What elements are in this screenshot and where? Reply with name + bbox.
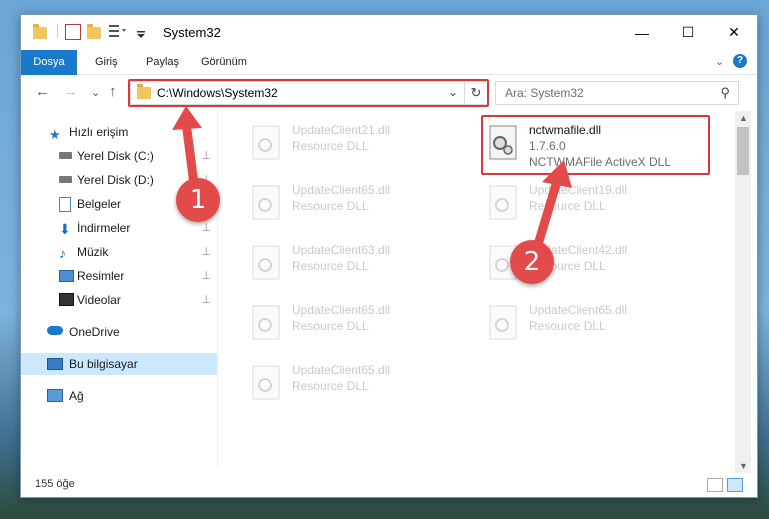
view-options-icon[interactable] [109, 24, 126, 38]
file-name: UpdateClient63.dll [292, 243, 391, 257]
minimize-button[interactable]: — [619, 15, 665, 50]
sidebar-item-label: Videolar [77, 293, 121, 307]
sidebar-item-label: Yerel Disk (C:) [77, 149, 154, 163]
pictures-icon [59, 270, 74, 282]
up-button[interactable]: ↑ [109, 83, 117, 100]
sidebar-item-downloads[interactable]: ⬇ İndirmeler ⊥ [21, 217, 217, 239]
ribbon-expand-icon[interactable]: ⌄ [715, 50, 724, 74]
file-name: UpdateClient65.dll [292, 363, 391, 377]
sidebar-item-videos[interactable]: Videolar ⊥ [21, 289, 217, 311]
list-item[interactable]: UpdateClient65.dll Resource DLL [246, 179, 476, 227]
scroll-up-icon[interactable]: ▲ [739, 113, 748, 123]
file-name: UpdateClient65.dll [529, 303, 628, 317]
sidebar-item-disk-c[interactable]: Yerel Disk (C:) ⊥ [21, 145, 217, 167]
search-icon[interactable]: ⚲ [720, 85, 730, 101]
address-highlight-box [128, 79, 489, 107]
file-name: UpdateClient19.dll [529, 183, 628, 197]
dll-file-icon [489, 305, 519, 341]
sidebar-item-label: OneDrive [69, 325, 120, 339]
maximize-button[interactable]: ☐ [665, 15, 711, 50]
sidebar-item-onedrive[interactable]: OneDrive [21, 321, 217, 343]
step-badge-2: 2 [510, 240, 554, 284]
download-icon: ⬇ [59, 221, 71, 237]
step-badge-1: 1 [176, 178, 220, 222]
computer-icon [47, 358, 63, 370]
pin-icon[interactable]: ⊥ [201, 145, 211, 167]
videos-icon [59, 293, 74, 306]
drive-icon [59, 176, 72, 183]
file-description: Resource DLL [292, 139, 369, 153]
list-item[interactable]: UpdateClient65.dll Resource DLL [246, 359, 476, 407]
sidebar-item-quick-access[interactable]: ★ Hızlı erişim [21, 121, 217, 143]
sidebar-item-label: Belgeler [77, 197, 122, 211]
file-name: UpdateClient65.dll [292, 183, 391, 197]
list-item[interactable]: UpdateClient65.dll Resource DLL [246, 299, 476, 347]
dll-file-icon [252, 365, 282, 401]
close-button[interactable]: ✕ [711, 15, 757, 50]
file-description: Resource DLL [529, 199, 606, 213]
search-input[interactable]: Ara: System32 [505, 86, 584, 100]
sidebar-item-this-pc[interactable]: Bu bilgisayar [21, 353, 217, 375]
tab-view[interactable]: Görünüm [201, 50, 247, 74]
list-item[interactable]: UpdateClient65.dll Resource DLL [483, 299, 713, 347]
window-title: System32 [163, 25, 221, 40]
file-description: Resource DLL [292, 199, 369, 213]
list-item[interactable]: UpdateClient19.dll Resource DLL [483, 179, 713, 227]
cloud-icon [47, 326, 63, 335]
documents-icon [59, 197, 71, 212]
file-highlight-box [481, 115, 710, 175]
sidebar-item-network[interactable]: Ağ [21, 385, 217, 407]
list-item[interactable]: UpdateClient21.dll Resource DLL [246, 119, 476, 167]
file-description: Resource DLL [529, 319, 606, 333]
sidebar-item-label: İndirmeler [77, 221, 131, 235]
file-name: UpdateClient21.dll [292, 123, 391, 137]
recent-locations-button[interactable]: ⌄ [91, 86, 100, 99]
sidebar-item-label: Bu bilgisayar [69, 357, 138, 371]
sidebar-item-label: Ağ [69, 389, 84, 403]
drive-icon [59, 152, 72, 159]
sidebar-item-label: Hızlı erişim [69, 125, 129, 139]
scroll-thumb[interactable] [737, 127, 749, 175]
search-box[interactable]: Ara: System32 ⚲ [495, 81, 739, 105]
pin-icon[interactable]: ⊥ [201, 265, 211, 287]
file-description: Resource DLL [292, 259, 369, 273]
pin-icon[interactable]: ⊥ [201, 241, 211, 263]
music-icon: ♪ [59, 245, 66, 261]
details-view-icon[interactable] [707, 478, 723, 492]
title-bar: System32 — ☐ ✕ [21, 15, 757, 50]
quick-access-dropdown-icon[interactable] [137, 28, 147, 42]
back-button[interactable]: ← [35, 83, 50, 100]
sidebar-item-label: Müzik [77, 245, 109, 259]
divider [57, 24, 58, 38]
dll-file-icon [252, 305, 282, 341]
pin-icon[interactable]: ⊥ [201, 289, 211, 311]
dll-file-icon [489, 185, 519, 221]
ribbon-tabs: Dosya Giriş Paylaş Görünüm ⌄ ? [21, 50, 757, 98]
file-name: UpdateClient65.dll [292, 303, 391, 317]
list-item[interactable]: UpdateClient63.dll Resource DLL [246, 239, 476, 287]
navigation-pane: ★ Hızlı erişim Yerel Disk (C:) ⊥ Yerel D… [21, 111, 217, 467]
explorer-window: System32 — ☐ ✕ Dosya Giriş Paylaş Görünü… [20, 14, 758, 498]
sidebar-item-pictures[interactable]: Resimler ⊥ [21, 265, 217, 287]
network-icon [47, 389, 63, 402]
item-count: 155 öğe [35, 478, 75, 490]
star-icon: ★ [49, 127, 61, 142]
properties-icon[interactable] [65, 24, 81, 40]
scroll-down-icon[interactable]: ▼ [739, 461, 748, 471]
sidebar-item-label: Resimler [77, 269, 125, 283]
sidebar-item-music[interactable]: ♪ Müzik ⊥ [21, 241, 217, 263]
forward-button[interactable]: → [63, 83, 78, 100]
dll-file-icon [252, 245, 282, 281]
large-icons-view-icon[interactable] [727, 478, 743, 492]
help-icon[interactable]: ? [733, 54, 747, 68]
tab-home[interactable]: Giriş [95, 50, 118, 74]
vertical-scrollbar[interactable]: ▲ ▼ [735, 111, 751, 473]
sidebar-item-label: Yerel Disk (D:) [77, 173, 154, 187]
tab-share[interactable]: Paylaş [146, 50, 179, 74]
status-bar: 155 öğe [21, 473, 757, 497]
dll-file-icon [252, 185, 282, 221]
file-description: Resource DLL [292, 319, 369, 333]
file-description: Resource DLL [292, 379, 369, 393]
dll-file-icon [252, 125, 282, 161]
